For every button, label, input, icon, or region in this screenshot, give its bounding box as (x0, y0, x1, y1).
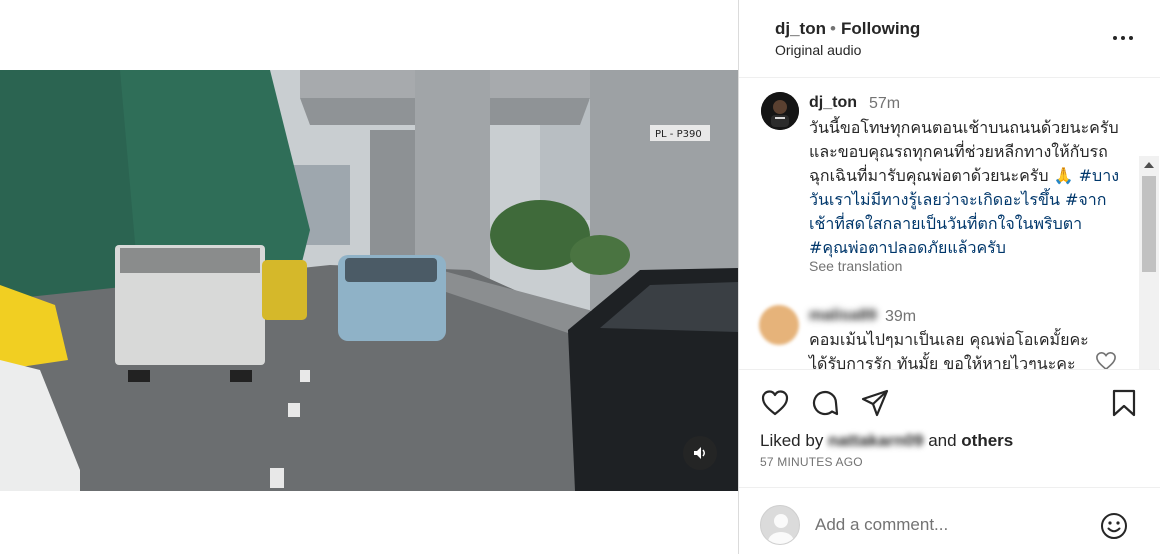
share-icon[interactable] (860, 388, 890, 418)
media-area: PL - P390 (0, 0, 738, 554)
emoji-icon[interactable] (1099, 511, 1129, 541)
video-player[interactable]: PL - P390 (0, 70, 738, 491)
speaker-icon (694, 447, 705, 459)
heart-icon[interactable] (760, 388, 790, 418)
see-translation-link[interactable]: See translation (809, 258, 902, 274)
comments-list[interactable]: dj_ton 57m วันนี้ขอโทษทุกคนตอนเช้าบนถนนด… (739, 78, 1160, 369)
hashtag-link[interactable]: #คุณพ่อตาปลอดภัยแล้วครับ (809, 238, 1006, 257)
profile-photo (761, 92, 799, 130)
default-avatar-icon (768, 514, 794, 544)
scroll-thumb[interactable] (1142, 176, 1156, 272)
caption-body: วันนี้ขอโทษทุกคนตอนเช้าบนถนนด้วยนะครับแล… (809, 118, 1119, 185)
liked-by-and: and (923, 431, 962, 450)
audio-link[interactable]: Original audio (775, 42, 861, 58)
comment-heart-icon[interactable] (1095, 351, 1117, 369)
current-user-avatar (760, 505, 800, 545)
post-panel: dj_ton • Following Original audio dj_ton… (738, 0, 1160, 554)
liked-by-others-link[interactable]: others (961, 431, 1013, 450)
header-username[interactable]: dj_ton (775, 19, 826, 39)
comment-input[interactable] (815, 512, 1085, 538)
scroll-up-arrow-icon[interactable] (1144, 162, 1154, 168)
comment-icon[interactable] (810, 388, 840, 418)
pillar-sign: PL - P390 (655, 129, 702, 140)
caption-avatar[interactable] (761, 92, 799, 130)
caption-text: วันนี้ขอโทษทุกคนตอนเช้าบนถนนด้วยนะครับแล… (809, 116, 1119, 260)
following-button[interactable]: Following (841, 19, 920, 39)
post-header: dj_ton • Following Original audio (739, 0, 1160, 78)
post-actions: Liked by nattakarn09 and others 57 MINUT… (739, 369, 1160, 485)
commenter-avatar[interactable] (759, 305, 799, 345)
liked-by-prefix: Liked by (760, 431, 829, 450)
comment-time[interactable]: 39m (885, 308, 916, 326)
comments-scrollbar[interactable] (1139, 156, 1159, 369)
bookmark-icon[interactable] (1109, 388, 1139, 418)
comment-text: คอมเม้นไปๆมาเป็นเลย คุณพ่อโอเคมั้ยคะ ได้… (809, 330, 1089, 369)
commenter-username[interactable]: malisa89 (809, 307, 877, 325)
liked-by-line: Liked by nattakarn09 and others (760, 431, 1013, 451)
add-comment-bar (739, 487, 1160, 554)
caption-username[interactable]: dj_ton (809, 94, 857, 112)
liked-by-user[interactable]: nattakarn09 (828, 431, 923, 450)
caption-time[interactable]: 57m (869, 95, 900, 113)
post-timestamp[interactable]: 57 MINUTES AGO (760, 455, 863, 469)
header-separator: • (830, 19, 836, 38)
video-frame: PL - P390 (0, 70, 738, 491)
more-horizontal-icon[interactable] (1111, 28, 1135, 48)
mute-button[interactable] (683, 436, 717, 470)
